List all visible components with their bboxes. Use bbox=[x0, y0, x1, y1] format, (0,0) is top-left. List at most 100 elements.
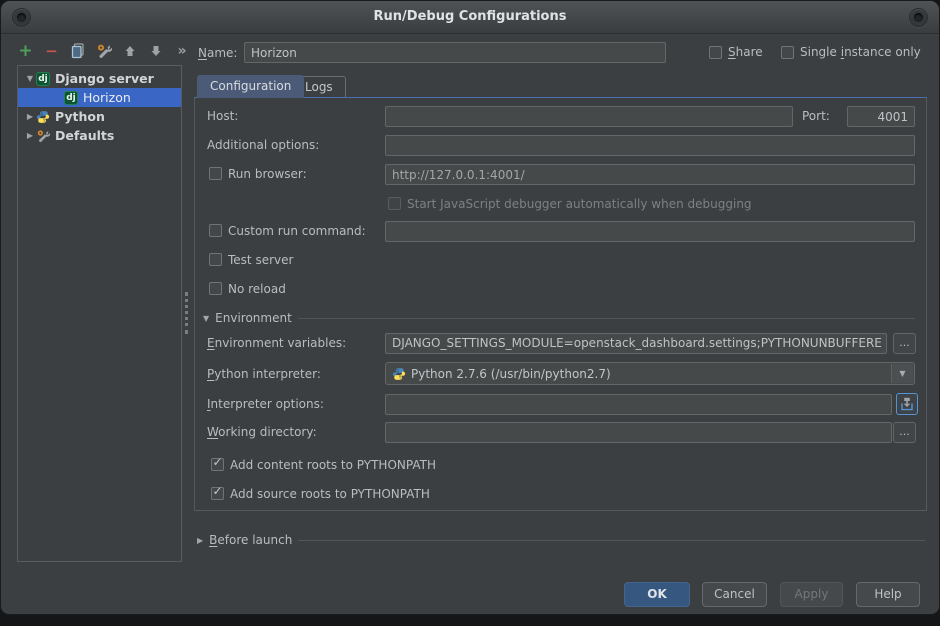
working-directory-input[interactable] bbox=[385, 422, 892, 443]
remove-configuration-button[interactable]: − bbox=[42, 42, 61, 61]
more-actions-button[interactable]: » bbox=[172, 42, 191, 61]
wrench-gear-icon bbox=[36, 129, 50, 143]
check-icon: ✓ bbox=[212, 486, 223, 497]
custom-run-command-checkbox[interactable] bbox=[209, 224, 222, 237]
port-input[interactable] bbox=[847, 106, 915, 127]
add-source-roots-row: ✓ Add source roots to PYTHONPATH bbox=[195, 484, 926, 506]
window-control-ring-icon bbox=[914, 13, 923, 22]
ok-button[interactable]: OK bbox=[624, 582, 690, 607]
working-directory-browse-button[interactable]: ... bbox=[893, 422, 916, 443]
before-launch-section-header[interactable]: ▶ Before launch bbox=[197, 533, 925, 547]
help-button[interactable]: Help bbox=[856, 582, 920, 607]
django-icon: dj bbox=[36, 72, 50, 86]
start-js-debugger-label: Start JavaScript debugger automatically … bbox=[407, 197, 752, 211]
interpreter-options-row: Interpreter options: bbox=[195, 394, 926, 416]
cancel-button[interactable]: Cancel bbox=[702, 582, 767, 607]
section-divider bbox=[298, 540, 925, 541]
dialog-title: Run/Debug Configurations bbox=[1, 1, 939, 33]
configurations-tree: ▼ dj Django server dj Horizon ▶ Python ▶… bbox=[17, 65, 182, 562]
python-interpreter-value: Python 2.7.6 (/usr/bin/python2.7) bbox=[411, 367, 611, 381]
no-reload-row: No reload bbox=[195, 279, 926, 301]
environment-variables-row: Environment variables: DJANGO_SETTINGS_M… bbox=[195, 333, 926, 355]
python-icon bbox=[36, 110, 50, 124]
name-input[interactable] bbox=[244, 42, 666, 63]
share-label[interactable]: Share bbox=[728, 45, 763, 59]
add-content-roots-label[interactable]: Add content roots to PYTHONPATH bbox=[230, 458, 436, 472]
tree-item-horizon[interactable]: dj Horizon bbox=[18, 88, 181, 107]
ellipsis-icon: ... bbox=[899, 425, 910, 438]
window-control-right-icon[interactable] bbox=[909, 8, 928, 27]
python-interpreter-label: Python interpreter: bbox=[207, 367, 321, 381]
expand-arrow-icon[interactable]: ▶ bbox=[24, 131, 36, 140]
add-source-roots-label[interactable]: Add source roots to PYTHONPATH bbox=[230, 487, 430, 501]
tab-configuration[interactable]: Configuration bbox=[197, 75, 304, 98]
collapse-arrow-icon[interactable]: ▼ bbox=[24, 74, 36, 83]
no-reload-label[interactable]: No reload bbox=[228, 282, 286, 296]
collapse-arrow-icon: ▼ bbox=[203, 314, 209, 323]
custom-run-command-input[interactable] bbox=[385, 221, 915, 242]
django-icon: dj bbox=[64, 91, 78, 105]
minus-icon: − bbox=[45, 44, 58, 59]
move-down-button[interactable] bbox=[146, 42, 165, 61]
add-source-roots-checkbox[interactable]: ✓ bbox=[211, 487, 224, 500]
configurations-toolbar: + − » bbox=[16, 40, 191, 62]
single-instance-checkbox[interactable] bbox=[781, 46, 794, 59]
expand-arrow-icon: ▶ bbox=[197, 536, 203, 545]
additional-options-input[interactable] bbox=[385, 135, 915, 156]
environment-variables-input[interactable]: DJANGO_SETTINGS_MODULE=openstack_dashboa… bbox=[385, 333, 887, 354]
python-interpreter-select[interactable]: Python 2.7.6 (/usr/bin/python2.7) ▼ bbox=[385, 362, 915, 385]
edit-defaults-button[interactable] bbox=[94, 42, 113, 61]
test-server-row: Test server bbox=[195, 250, 926, 272]
start-js-debugger-row: Start JavaScript debugger automatically … bbox=[195, 194, 926, 216]
name-label: Name: bbox=[198, 46, 237, 60]
environment-section-header[interactable]: ▼ Environment bbox=[203, 311, 915, 325]
environment-section-label: Environment bbox=[215, 311, 292, 325]
apply-button[interactable]: Apply bbox=[780, 582, 843, 607]
run-browser-row: Run browser: bbox=[195, 164, 926, 186]
interpreter-options-input[interactable] bbox=[385, 394, 892, 415]
share-checkbox[interactable] bbox=[709, 46, 722, 59]
insert-macro-button[interactable] bbox=[896, 393, 918, 415]
tree-item-defaults[interactable]: ▶ Defaults bbox=[18, 126, 181, 145]
interpreter-options-label: Interpreter options: bbox=[207, 397, 324, 411]
working-directory-row: Working directory: ... bbox=[195, 422, 926, 444]
dropdown-arrow-icon[interactable]: ▼ bbox=[891, 364, 913, 383]
host-input[interactable] bbox=[385, 106, 793, 127]
before-launch-label: Before launch bbox=[209, 533, 292, 547]
run-browser-url-input[interactable] bbox=[385, 164, 915, 185]
copy-icon bbox=[70, 43, 86, 59]
single-instance-label[interactable]: Single instance only bbox=[800, 45, 921, 59]
no-reload-checkbox[interactable] bbox=[209, 282, 222, 295]
arrow-down-icon bbox=[149, 44, 163, 58]
add-configuration-button[interactable]: + bbox=[16, 42, 35, 61]
tree-item-python[interactable]: ▶ Python bbox=[18, 107, 181, 126]
run-browser-label[interactable]: Run browser: bbox=[228, 167, 307, 181]
test-server-label[interactable]: Test server bbox=[228, 253, 293, 267]
add-content-roots-checkbox[interactable]: ✓ bbox=[211, 458, 224, 471]
start-js-debugger-checkbox[interactable] bbox=[388, 197, 401, 210]
plus-icon: + bbox=[18, 43, 32, 60]
check-icon: ✓ bbox=[212, 457, 223, 468]
run-browser-checkbox[interactable] bbox=[209, 167, 222, 180]
custom-run-command-row: Custom run command: bbox=[195, 221, 926, 243]
insert-macro-icon bbox=[900, 397, 914, 411]
environment-variables-browse-button[interactable]: ... bbox=[893, 333, 916, 354]
additional-options-row: Additional options: bbox=[195, 135, 926, 157]
port-label: Port: bbox=[802, 109, 830, 123]
test-server-checkbox[interactable] bbox=[209, 253, 222, 266]
run-debug-configurations-dialog: Run/Debug Configurations + − » Name: Sha… bbox=[0, 0, 940, 615]
python-interpreter-row: Python interpreter: Python 2.7.6 (/usr/b… bbox=[195, 362, 926, 386]
arrow-up-icon bbox=[123, 44, 137, 58]
add-content-roots-row: ✓ Add content roots to PYTHONPATH bbox=[195, 455, 926, 477]
section-divider bbox=[298, 318, 915, 319]
configuration-panel: Host: Port: Additional options: Run brow… bbox=[194, 97, 927, 511]
ellipsis-icon: ... bbox=[899, 336, 910, 349]
custom-run-command-label[interactable]: Custom run command: bbox=[228, 224, 366, 238]
title-bar: Run/Debug Configurations bbox=[1, 1, 939, 34]
move-up-button[interactable] bbox=[120, 42, 139, 61]
copy-configuration-button[interactable] bbox=[68, 42, 87, 61]
tree-splitter-handle[interactable] bbox=[185, 292, 188, 334]
tree-item-django-server[interactable]: ▼ dj Django server bbox=[18, 69, 181, 88]
expand-arrow-icon[interactable]: ▶ bbox=[24, 112, 36, 121]
wrench-gear-icon bbox=[96, 43, 112, 59]
